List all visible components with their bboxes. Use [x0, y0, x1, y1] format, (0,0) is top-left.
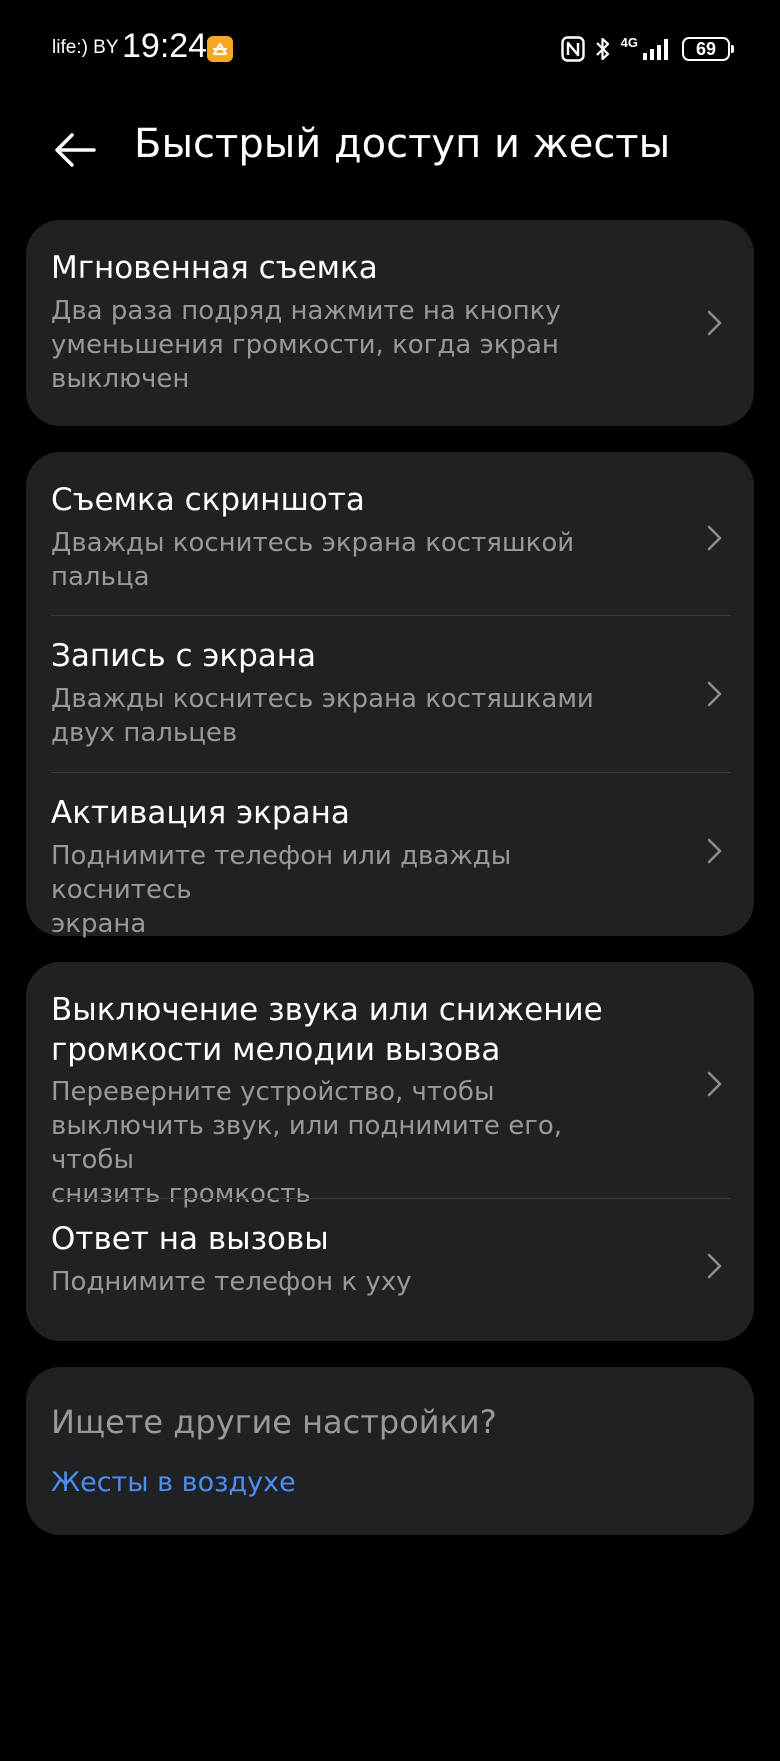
battery-level: 69 — [695, 38, 717, 59]
setting-title: Активация экрана — [51, 795, 350, 831]
air-gestures-link[interactable]: Жесты в воздухе — [51, 1467, 296, 1498]
setting-title: Съемка скриншота — [51, 482, 365, 518]
setting-title: Ответ на вызовы — [51, 1221, 329, 1257]
setting-screen-recording[interactable]: Запись с экрана Дважды коснитесь экрана … — [26, 616, 754, 772]
back-button[interactable] — [40, 118, 110, 182]
setting-description: Дважды коснитесь экрана костяшками двух … — [51, 684, 594, 748]
chevron-right-icon — [707, 838, 722, 864]
chevron-right-icon — [707, 1253, 722, 1279]
carrier-label: life:) BY — [52, 37, 119, 58]
status-bar: life:) BY 19:24 4G 69 — [0, 0, 780, 96]
settings-group-3: Выключение звука или снижение громкости … — [26, 962, 754, 1341]
settings-group-1: Мгновенная съемка Два раза подряд нажмит… — [26, 220, 754, 426]
setting-answer-calls[interactable]: Ответ на вызовы Поднимите телефон к уху — [26, 1199, 754, 1341]
setting-title: Запись с экрана — [51, 638, 317, 674]
chevron-right-icon — [707, 525, 722, 551]
chevron-right-icon — [707, 310, 722, 336]
setting-screenshot[interactable]: Съемка скриншота Дважды коснитесь экрана… — [26, 452, 754, 615]
setting-description: Поднимите телефон к уху — [51, 1267, 412, 1297]
chevron-right-icon — [707, 1071, 722, 1097]
setting-screen-activation[interactable]: Активация экрана Поднимите телефон или д… — [26, 773, 754, 939]
setting-description: Два раза подряд нажмите на кнопку уменьш… — [51, 296, 561, 394]
settings-group-2: Съемка скриншота Дважды коснитесь экрана… — [26, 452, 754, 939]
other-settings-card: Ищете другие настройки? Жесты в воздухе — [26, 1367, 754, 1535]
setting-description: Переверните устройство, чтобы выключить … — [51, 1077, 563, 1209]
page-title: Быстрый доступ и жесты — [134, 121, 671, 167]
setting-title: Мгновенная съемка — [51, 250, 378, 286]
setting-description: Поднимите телефон или дважды коснитесь э… — [51, 841, 512, 939]
chevron-right-icon — [707, 681, 722, 707]
setting-mute-ringtone[interactable]: Выключение звука или снижение громкости … — [26, 962, 754, 1209]
clock: 19:24 — [122, 27, 208, 65]
app-header: Быстрый доступ и жесты — [0, 100, 780, 200]
app-notification-icon — [207, 36, 233, 62]
battery-icon: 69 — [682, 37, 734, 61]
setting-instant-capture[interactable]: Мгновенная съемка Два раза подряд нажмит… — [26, 220, 754, 426]
setting-description: Дважды коснитесь экрана костяшкой пальца — [51, 528, 575, 592]
setting-title: Выключение звука или снижение громкости … — [51, 992, 603, 1068]
arrow-left-icon — [55, 133, 96, 167]
nfc-icon — [560, 36, 585, 62]
status-icons: 4G 69 — [560, 33, 734, 65]
signal-strength-icon — [643, 39, 668, 60]
network-type-label: 4G — [620, 34, 638, 50]
bluetooth-icon — [595, 37, 609, 61]
other-settings-hint: Ищете другие настройки? — [51, 1403, 497, 1441]
